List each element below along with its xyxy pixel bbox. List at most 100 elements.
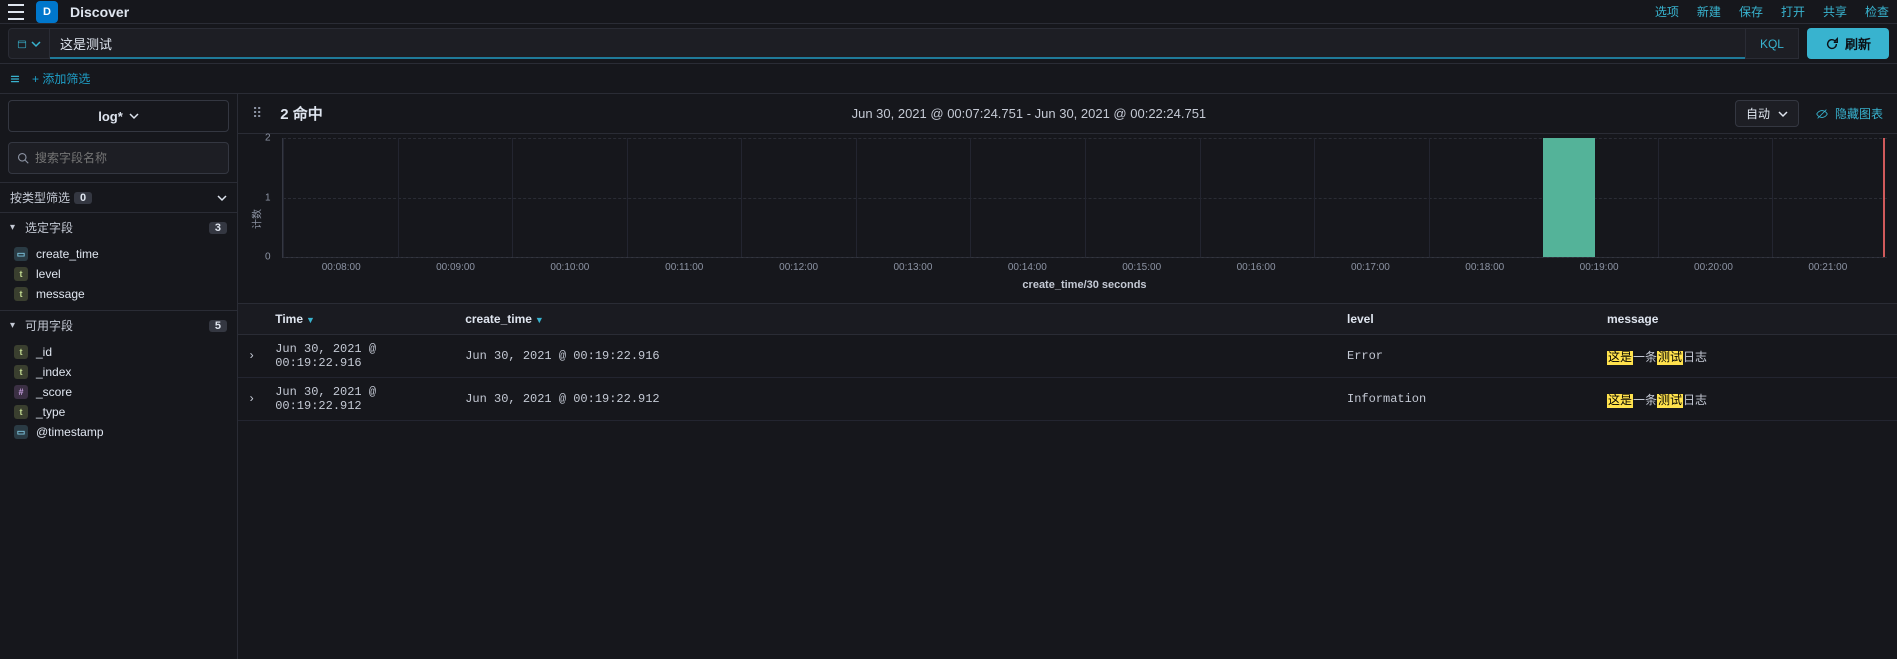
chevron-down-icon — [129, 111, 139, 121]
histogram-chart[interactable]: 计数 012 00:08:0000:09:0000:10:0000:11:000… — [238, 134, 1897, 304]
filter-by-type-count: 0 — [74, 192, 92, 204]
field-name: _type — [36, 405, 65, 419]
field-search-input[interactable] — [35, 151, 220, 165]
filter-by-type[interactable]: 按类型筛选 0 — [0, 182, 237, 212]
field-item[interactable]: ▭@timestamp — [0, 422, 237, 442]
cell-time: Jun 30, 2021 @ 00:19:22.916 — [265, 335, 455, 378]
chart-ylabel: 计数 — [249, 209, 264, 229]
refresh-icon — [1825, 37, 1839, 51]
app-logo-icon[interactable]: D — [36, 1, 58, 23]
selected-fields-count: 3 — [209, 222, 227, 234]
selected-fields-label: 选定字段 — [25, 219, 73, 236]
topnav-link[interactable]: 选项 — [1655, 3, 1679, 20]
field-name: message — [36, 287, 85, 301]
refresh-label: 刷新 — [1845, 34, 1871, 53]
chart-xtick: 00:19:00 — [1542, 262, 1656, 273]
field-item[interactable]: tlevel — [0, 264, 237, 284]
index-pattern-label: log* — [98, 109, 123, 124]
chart-xtick: 00:17:00 — [1313, 262, 1427, 273]
chevron-down-icon — [217, 193, 227, 203]
table-row[interactable]: ›Jun 30, 2021 @ 00:19:22.912Jun 30, 2021… — [238, 378, 1897, 421]
cell-time: Jun 30, 2021 @ 00:19:22.912 — [265, 378, 455, 421]
expand-row-icon[interactable]: › — [238, 335, 265, 378]
view-options-icon[interactable]: ⠿ — [252, 105, 264, 122]
top-nav-actions: 选项 新建 保存 打开 共享 检查 — [1655, 3, 1889, 20]
field-name: _score — [36, 385, 72, 399]
chevron-down-icon: ▾ — [10, 320, 15, 331]
field-name: @timestamp — [36, 425, 104, 439]
field-type-icon: t — [14, 345, 28, 359]
selected-fields-list: ▭create_timetleveltmessage — [0, 242, 237, 310]
hide-chart-button[interactable]: 隐藏图表 — [1815, 105, 1883, 122]
search-icon — [17, 152, 29, 164]
column-level[interactable]: level — [1337, 304, 1597, 335]
chart-xtick: 00:12:00 — [741, 262, 855, 273]
hide-chart-label: 隐藏图表 — [1835, 105, 1883, 122]
content: ⠿ 2 命中 Jun 30, 2021 @ 00:07:24.751 - Jun… — [238, 94, 1897, 659]
query-language-button[interactable]: KQL — [1745, 28, 1799, 59]
breadcrumb[interactable]: Discover — [70, 4, 129, 20]
field-name: _index — [36, 365, 71, 379]
field-type-icon: ▭ — [14, 247, 28, 261]
hit-count: 2 命中 — [280, 103, 323, 124]
field-search — [8, 142, 229, 174]
topnav-link[interactable]: 检查 — [1865, 3, 1889, 20]
chart-current-time-marker — [1883, 138, 1885, 257]
add-filter-button[interactable]: + 添加筛选 — [32, 70, 90, 87]
refresh-button[interactable]: 刷新 — [1807, 28, 1889, 59]
cell-create_time: Jun 30, 2021 @ 00:19:22.912 — [455, 378, 1337, 421]
field-item[interactable]: t _index — [0, 362, 237, 382]
sidebar: log* 按类型筛选 0 ▾ 选定字段 3 ▭create_timetlevel… — [0, 94, 238, 659]
cell-message: 这是一条测试日志 — [1597, 335, 1897, 378]
available-fields-label: 可用字段 — [25, 317, 73, 334]
topnav-link[interactable]: 打开 — [1781, 3, 1805, 20]
calendar-icon — [17, 39, 27, 49]
chevron-down-icon: ▾ — [10, 222, 15, 233]
results-table: Time▼ create_time▼ level message ›Jun 30… — [238, 304, 1897, 421]
topnav-link[interactable]: 共享 — [1823, 3, 1847, 20]
column-create_time[interactable]: create_time▼ — [455, 304, 1337, 335]
selected-fields-header[interactable]: ▾ 选定字段 3 — [0, 212, 237, 242]
chevron-down-icon — [1778, 109, 1788, 119]
chart-xlabel: create_time/30 seconds — [282, 279, 1887, 291]
table-header: Time▼ create_time▼ level message — [238, 304, 1897, 335]
field-item[interactable]: #_score — [0, 382, 237, 402]
table-row[interactable]: ›Jun 30, 2021 @ 00:19:22.916Jun 30, 2021… — [238, 335, 1897, 378]
field-item[interactable]: t_type — [0, 402, 237, 422]
time-range-label: Jun 30, 2021 @ 00:07:24.751 - Jun 30, 20… — [339, 106, 1719, 121]
menu-icon[interactable] — [8, 4, 24, 20]
chart-xtick: 00:15:00 — [1085, 262, 1199, 273]
eye-off-icon — [1815, 107, 1829, 121]
topnav-link[interactable]: 新建 — [1697, 3, 1721, 20]
top-nav: D Discover 选项 新建 保存 打开 共享 检查 — [0, 0, 1897, 24]
field-type-icon: t — [14, 365, 28, 379]
available-fields-list: t_idt_index#_scoret_type▭@timestamp — [0, 340, 237, 448]
field-item[interactable]: t message — [0, 284, 237, 304]
cell-level: Information — [1337, 378, 1597, 421]
sort-icon: ▼ — [535, 315, 544, 325]
field-item[interactable]: t_id — [0, 342, 237, 362]
cell-message: 这是一条测试日志 — [1597, 378, 1897, 421]
query-bar: KQL 刷新 — [0, 24, 1897, 64]
chevron-down-icon — [31, 39, 41, 49]
content-header: ⠿ 2 命中 Jun 30, 2021 @ 00:07:24.751 - Jun… — [238, 94, 1897, 134]
field-item[interactable]: ▭create_time — [0, 244, 237, 264]
filter-settings-icon[interactable] — [8, 72, 22, 86]
chart-bar[interactable] — [1543, 138, 1595, 257]
topnav-link[interactable]: 保存 — [1739, 3, 1763, 20]
interval-selector[interactable]: 自动 — [1735, 100, 1799, 127]
datepicker-button[interactable] — [8, 28, 50, 59]
chart-xtick: 00:14:00 — [970, 262, 1084, 273]
query-input[interactable] — [60, 36, 1735, 51]
chart-ytick: 0 — [265, 252, 271, 263]
index-pattern-selector[interactable]: log* — [8, 100, 229, 132]
chart-xtick: 00:16:00 — [1199, 262, 1313, 273]
field-type-icon: t — [14, 287, 28, 301]
cell-create_time: Jun 30, 2021 @ 00:19:22.916 — [455, 335, 1337, 378]
column-time[interactable]: Time▼ — [265, 304, 455, 335]
expand-row-icon[interactable]: › — [238, 378, 265, 421]
field-type-icon: t — [14, 267, 28, 281]
column-message[interactable]: message — [1597, 304, 1897, 335]
chart-xtick: 00:21:00 — [1771, 262, 1885, 273]
available-fields-header[interactable]: ▾ 可用字段 5 — [0, 310, 237, 340]
